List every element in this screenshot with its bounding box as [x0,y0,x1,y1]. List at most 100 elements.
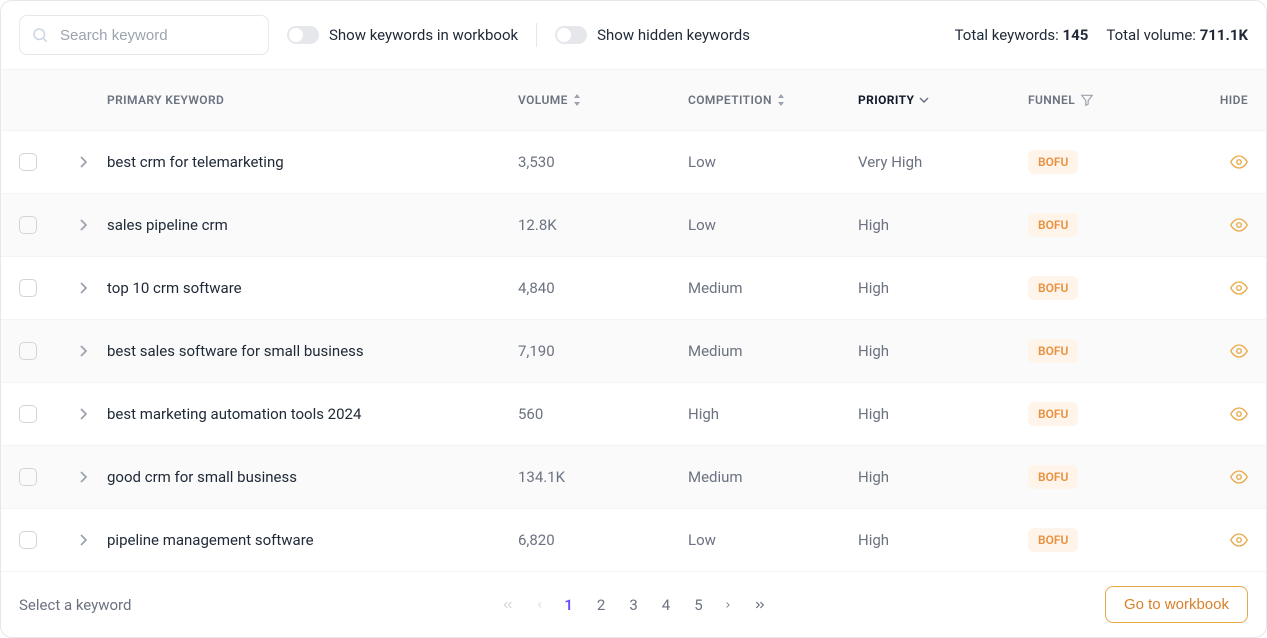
table-row: best sales software for small business7,… [1,320,1266,383]
go-to-workbook-button[interactable]: Go to workbook [1105,586,1248,623]
row-checkbox[interactable] [19,153,37,171]
funnel-cell: BOFU [1028,402,1188,426]
row-expand[interactable] [59,282,107,294]
priority-cell: High [858,342,1028,360]
funnel-cell: BOFU [1028,528,1188,552]
funnel-badge: BOFU [1028,339,1078,363]
hide-button[interactable] [1188,342,1248,360]
row-expand[interactable] [59,534,107,546]
priority-cell: High [858,468,1028,486]
page-number[interactable]: 4 [662,596,670,614]
volume-cell: 4,840 [518,279,688,297]
col-funnel[interactable]: FUNNEL [1028,93,1188,107]
table-body: best crm for telemarketing3,530LowVery H… [1,131,1266,572]
competition-cell: High [688,405,858,423]
hide-button[interactable] [1188,468,1248,486]
row-checkbox[interactable] [19,279,37,297]
page-last[interactable] [753,598,767,612]
funnel-cell: BOFU [1028,465,1188,489]
keyword-cell: pipeline management software [107,531,518,549]
page-first[interactable] [500,598,514,612]
volume-cell: 560 [518,405,688,423]
page-number[interactable]: 1 [564,596,573,614]
row-checkbox[interactable] [19,468,37,486]
col-priority[interactable]: PRIORITY [858,93,1028,107]
volume-cell: 3,530 [518,153,688,171]
funnel-cell: BOFU [1028,339,1188,363]
hide-button[interactable] [1188,153,1248,171]
eye-icon [1230,342,1248,360]
table-row: best crm for telemarketing3,530LowVery H… [1,131,1266,194]
chevron-right-icon [79,219,87,231]
priority-cell: High [858,405,1028,423]
sort-icon [777,94,785,106]
toggle-hidden[interactable] [555,26,587,44]
hide-button[interactable] [1188,531,1248,549]
chevron-right-icon [79,534,87,546]
filter-icon [1080,93,1094,107]
volume-cell: 6,820 [518,531,688,549]
row-expand[interactable] [59,471,107,483]
eye-icon [1230,216,1248,234]
hide-button[interactable] [1188,216,1248,234]
toggle-hidden-label: Show hidden keywords [597,26,750,44]
toggle-workbook-group: Show keywords in workbook [287,26,518,44]
total-volume: Total volume: 711.1K [1106,26,1248,44]
page-next[interactable] [723,598,733,612]
chevron-right-icon [79,282,87,294]
keyword-panel: Show keywords in workbook Show hidden ke… [0,0,1267,638]
keyword-cell: sales pipeline crm [107,216,518,234]
row-checkbox[interactable] [19,531,37,549]
total-keywords: Total keywords: 145 [955,26,1089,44]
row-expand[interactable] [59,408,107,420]
funnel-badge: BOFU [1028,465,1078,489]
chevron-right-icon [79,408,87,420]
competition-cell: Low [688,531,858,549]
competition-cell: Low [688,153,858,171]
toggle-workbook[interactable] [287,26,319,44]
keyword-cell: best sales software for small business [107,342,518,360]
funnel-badge: BOFU [1028,276,1078,300]
col-primary-keyword[interactable]: PRIMARY KEYWORD [107,93,518,107]
page-number[interactable]: 2 [597,596,605,614]
page-number[interactable]: 5 [694,596,702,614]
funnel-cell: BOFU [1028,276,1188,300]
chevron-down-icon [919,97,929,103]
priority-cell: Very High [858,153,1028,171]
hide-button[interactable] [1188,405,1248,423]
sort-icon [573,94,581,106]
row-checkbox[interactable] [19,216,37,234]
funnel-badge: BOFU [1028,528,1078,552]
table-row: good crm for small business134.1KMediumH… [1,446,1266,509]
toolbar: Show keywords in workbook Show hidden ke… [1,1,1266,69]
funnel-cell: BOFU [1028,150,1188,174]
table-row: sales pipeline crm12.8KLowHighBOFU [1,194,1266,257]
eye-icon [1230,153,1248,171]
volume-cell: 134.1K [518,468,688,486]
footer: Select a keyword 1 2 3 4 5 Go to workbook [1,572,1266,637]
row-expand[interactable] [59,345,107,357]
page-number[interactable]: 3 [629,596,637,614]
hide-button[interactable] [1188,279,1248,297]
page-prev[interactable] [534,598,544,612]
row-checkbox[interactable] [19,405,37,423]
search-input[interactable] [19,15,269,55]
row-expand[interactable] [59,156,107,168]
competition-cell: Medium [688,279,858,297]
table-header: PRIMARY KEYWORD VOLUME COMPETITION PRIOR… [1,69,1266,131]
col-competition[interactable]: COMPETITION [688,93,858,107]
col-volume[interactable]: VOLUME [518,93,688,107]
table-row: top 10 crm software4,840MediumHighBOFU [1,257,1266,320]
competition-cell: Low [688,216,858,234]
footer-message: Select a keyword [19,596,131,614]
divider [536,23,537,47]
keyword-cell: best marketing automation tools 2024 [107,405,518,423]
priority-cell: High [858,216,1028,234]
search-icon [31,26,49,44]
col-hide: HIDE [1188,93,1248,107]
toggle-workbook-label: Show keywords in workbook [329,26,518,44]
eye-icon [1230,405,1248,423]
funnel-cell: BOFU [1028,213,1188,237]
row-expand[interactable] [59,219,107,231]
row-checkbox[interactable] [19,342,37,360]
